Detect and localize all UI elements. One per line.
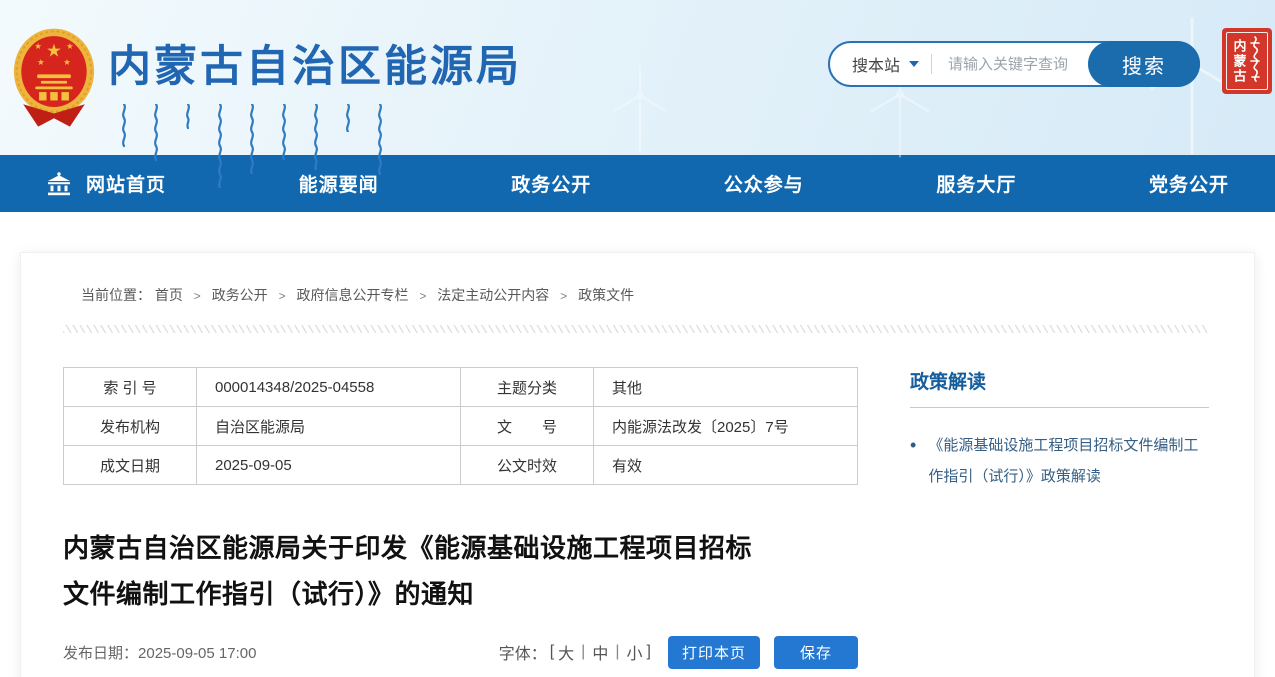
publish-date-label: 发布日期： [63, 645, 138, 662]
site-header: ★ ★ ★ ★ ★ 内蒙古自治区能源局 搜本站 [0, 0, 1275, 155]
doc-info-value-date: 2025-09-05 [197, 446, 461, 485]
sidebar-list: • 《能源基础设施工程项目招标文件编制工作指引（试行）》政策解读 [910, 430, 1209, 492]
mongolian-glyph [120, 104, 128, 154]
bank-building-icon [46, 172, 72, 196]
font-size-small-button[interactable]: 小 [626, 640, 644, 664]
columns: 索 引 号 000014348/2025-04558 主题分类 其他 发布机构 … [63, 367, 1209, 677]
national-emblem: ★ ★ ★ ★ ★ [12, 24, 96, 134]
site-seal: 内蒙古 [1222, 28, 1272, 94]
doc-info-value-index: 000014348/2025-04558 [197, 368, 461, 407]
breadcrumb-separator: > [194, 289, 201, 303]
seal-text: 内蒙古 [1233, 39, 1246, 84]
seal-calligraphy-decoration [1248, 35, 1262, 87]
mongolian-glyph [312, 104, 320, 170]
nav-item-label: 服务大厅 [936, 170, 1016, 197]
font-size-separator: | [615, 643, 619, 661]
doc-info-value-validity: 有效 [594, 446, 858, 485]
table-row: 索 引 号 000014348/2025-04558 主题分类 其他 [64, 368, 858, 407]
svg-text:★: ★ [66, 41, 74, 51]
mongolian-glyph [152, 104, 160, 168]
wind-turbine-decoration [600, 60, 680, 155]
svg-text:★: ★ [46, 41, 62, 61]
mongolian-glyph [248, 104, 256, 174]
hatched-divider [63, 325, 1209, 333]
font-size-medium-button[interactable]: 中 [591, 640, 609, 664]
page-title: 内蒙古自治区能源局关于印发《能源基础设施工程项目招标 文件编制工作指引（试行）》… [63, 525, 858, 618]
policy-interpretation-link[interactable]: 《能源基础设施工程项目招标文件编制工作指引（试行）》政策解读 [928, 430, 1209, 492]
nav-item-party-affairs[interactable]: 党务公开 [1149, 170, 1229, 197]
breadcrumb-separator: > [560, 289, 567, 303]
font-size-controls: 字体： [ 大 | 中 | 小 ] 打印本页 保存 [499, 636, 858, 669]
seal-inner-border: 内蒙古 [1226, 32, 1268, 90]
bracket-open: [ [547, 643, 557, 661]
breadcrumb: 当前位置： 首页 > 政务公开 > 政府信息公开专栏 > 法定主动公开内容 > … [63, 285, 1209, 305]
nav-item-gov-disclosure[interactable]: 政务公开 [511, 170, 591, 197]
chevron-down-icon [909, 61, 919, 67]
content-wrap: 当前位置： 首页 > 政务公开 > 政府信息公开专栏 > 法定主动公开内容 > … [0, 212, 1275, 677]
doc-info-label-doc-number: 文 号 [461, 407, 594, 446]
mongolian-glyph [376, 104, 384, 176]
breadcrumb-item-gov-disclosure[interactable]: 政务公开 [212, 287, 268, 303]
svg-text:★: ★ [34, 41, 42, 51]
save-button[interactable]: 保存 [774, 636, 858, 669]
font-size-label: 字体： [499, 640, 547, 664]
mongolian-glyph [216, 104, 224, 188]
site-title[interactable]: 内蒙古自治区能源局 [108, 32, 522, 94]
table-row: 成文日期 2025-09-05 公文时效 有效 [64, 446, 858, 485]
sidebar-title: 政策解读 [910, 367, 1209, 394]
doc-info-label-index: 索 引 号 [64, 368, 197, 407]
nav-item-label: 政务公开 [511, 170, 591, 197]
doc-info-value-topic: 其他 [594, 368, 858, 407]
site-title-block: 内蒙古自治区能源局 [108, 32, 522, 188]
mongolian-script [108, 104, 522, 188]
bracket-close: ] [644, 643, 654, 661]
breadcrumb-separator: > [279, 289, 286, 303]
policy-interpretation-sidebar: 政策解读 • 《能源基础设施工程项目招标文件编制工作指引（试行）》政策解读 [910, 367, 1209, 677]
svg-text:★: ★ [37, 57, 45, 67]
doc-info-label-issuer: 发布机构 [64, 407, 197, 446]
breadcrumb-item-statutory-content[interactable]: 法定主动公开内容 [437, 287, 549, 303]
mongolian-glyph [280, 104, 288, 160]
article-meta-row: 发布日期：2025-09-05 17:00 字体： [ 大 | 中 | 小 ] … [63, 636, 858, 669]
mongolian-glyph [344, 104, 352, 132]
list-item: • 《能源基础设施工程项目招标文件编制工作指引（试行）》政策解读 [910, 430, 1209, 492]
search-button[interactable]: 搜索 [1088, 41, 1200, 87]
page-title-line1: 内蒙古自治区能源局关于印发《能源基础设施工程项目招标 [63, 525, 858, 571]
doc-info-value-issuer: 自治区能源局 [197, 407, 461, 446]
doc-info-label-date: 成文日期 [64, 446, 197, 485]
font-size-separator: | [581, 643, 585, 661]
search-scope-select[interactable]: 搜本站 [830, 52, 931, 76]
doc-info-label-validity: 公文时效 [461, 446, 594, 485]
search-bar: 搜本站 搜索 [828, 41, 1200, 87]
print-page-button[interactable]: 打印本页 [668, 636, 760, 669]
content-card: 当前位置： 首页 > 政务公开 > 政府信息公开专栏 > 法定主动公开内容 > … [20, 252, 1255, 677]
nav-item-label: 公众参与 [724, 170, 804, 197]
bullet-icon: • [910, 430, 916, 492]
doc-info-label-topic: 主题分类 [461, 368, 594, 407]
main-column: 索 引 号 000014348/2025-04558 主题分类 其他 发布机构 … [63, 367, 858, 677]
breadcrumb-label: 当前位置： [81, 287, 151, 303]
doc-info-table: 索 引 号 000014348/2025-04558 主题分类 其他 发布机构 … [63, 367, 858, 485]
sidebar-divider [910, 407, 1209, 408]
svg-text:★: ★ [63, 57, 71, 67]
font-size-large-button[interactable]: 大 [557, 640, 575, 664]
publish-date-value: 2025-09-05 17:00 [138, 645, 256, 662]
breadcrumb-separator: > [419, 289, 426, 303]
nav-item-service-hall[interactable]: 服务大厅 [936, 170, 1016, 197]
doc-info-value-doc-number: 内能源法改发〔2025〕7号 [594, 407, 858, 446]
mongolian-glyph [184, 104, 192, 130]
publish-date: 发布日期：2025-09-05 17:00 [63, 642, 256, 663]
nav-item-label: 党务公开 [1149, 170, 1229, 197]
breadcrumb-item-policy-documents[interactable]: 政策文件 [578, 287, 634, 303]
table-row: 发布机构 自治区能源局 文 号 内能源法改发〔2025〕7号 [64, 407, 858, 446]
search-scope-label: 搜本站 [852, 52, 900, 76]
nav-item-public-participation[interactable]: 公众参与 [724, 170, 804, 197]
breadcrumb-item-info-column[interactable]: 政府信息公开专栏 [296, 287, 408, 303]
breadcrumb-item-home[interactable]: 首页 [155, 287, 183, 303]
page-title-line2: 文件编制工作指引（试行）》的通知 [63, 571, 858, 617]
